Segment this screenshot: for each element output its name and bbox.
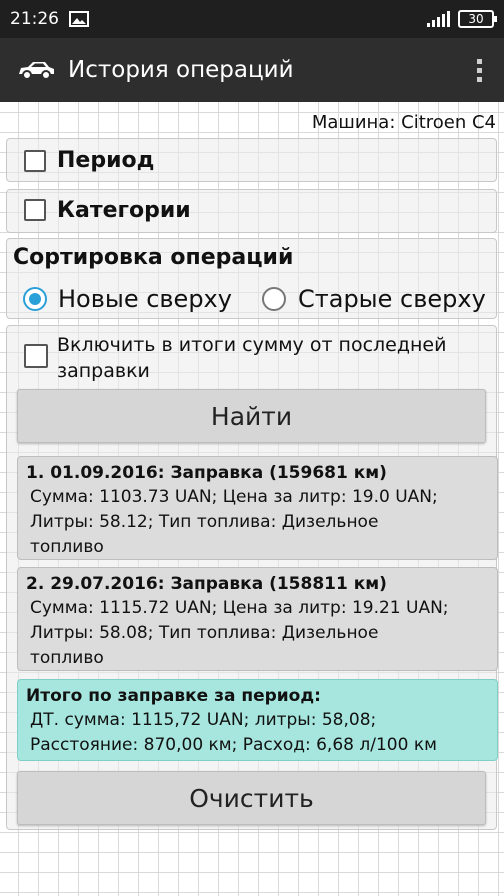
image-icon [69, 11, 89, 27]
period-label: Период [57, 148, 155, 173]
clear-button[interactable]: Очистить [17, 771, 486, 825]
period-checkbox[interactable] [24, 150, 46, 172]
machine-label: Машина: Citroen C4 [311, 112, 496, 133]
operation-title: 1. 01.09.2016: Заправка (159681 км) [26, 463, 387, 483]
total-title: Итого по заправке за период: [26, 686, 321, 706]
operation-line: Литры: 58.08; Тип топлива: Дизельное [30, 623, 379, 643]
operation-line: Сумма: 1115.72 UAN; Цена за литр: 19.21 … [30, 598, 449, 618]
total-line: Расстояние: 870,00 км; Расход: 6,68 л/10… [30, 735, 437, 755]
category-label: Категории [57, 198, 191, 223]
operation-card[interactable]: 2. 29.07.2016: Заправка (158811 км) Сумм… [17, 567, 498, 671]
include-label-line2: заправки [57, 360, 150, 382]
radio-oldest-label[interactable]: Старые сверху [298, 285, 486, 313]
operation-title: 2. 29.07.2016: Заправка (158811 км) [26, 574, 387, 594]
status-bar: 21:26 30 [0, 0, 504, 38]
include-last-refuel-label[interactable]: Включить в итоги сумму от последней запр… [57, 332, 446, 384]
operation-details: Сумма: 1115.72 UAN; Цена за литр: 19.21 … [26, 596, 489, 671]
operation-line: Литры: 58.12; Тип топлива: Дизельное [30, 512, 379, 532]
radio-oldest-first[interactable] [262, 287, 286, 311]
radio-newest-first[interactable] [23, 287, 47, 311]
total-summary-card: Итого по заправке за период: ДТ. сумма: … [17, 679, 498, 761]
find-button[interactable]: Найти [17, 389, 486, 443]
radio-newest-label[interactable]: Новые сверху [58, 285, 232, 313]
include-last-refuel-checkbox[interactable] [24, 344, 48, 368]
total-details: ДТ. сумма: 1115,72 UAN; литры: 58,08; Ра… [26, 708, 489, 758]
sorting-title: Сортировка операций [13, 245, 294, 270]
status-time: 21:26 [10, 9, 59, 29]
overflow-menu-icon[interactable] [469, 55, 490, 86]
operation-line: топливо [30, 648, 104, 668]
battery-icon: 30 [458, 10, 497, 28]
action-bar: История операций [0, 38, 504, 102]
battery-level: 30 [468, 12, 484, 26]
signal-icon [427, 11, 450, 27]
operation-details: Сумма: 1103.73 UAN; Цена за литр: 19.0 U… [26, 485, 489, 560]
operation-card[interactable]: 1. 01.09.2016: Заправка (159681 км) Сумм… [17, 456, 498, 560]
operation-line: топливо [30, 537, 104, 557]
period-filter[interactable]: Период [6, 138, 497, 182]
operation-line: Сумма: 1103.73 UAN; Цена за литр: 19.0 U… [30, 487, 438, 507]
car-icon [19, 62, 54, 80]
page-title: История операций [68, 57, 294, 83]
total-line: ДТ. сумма: 1115,72 UAN; литры: 58,08; [30, 710, 377, 730]
status-right: 30 [427, 10, 497, 28]
category-checkbox[interactable] [24, 199, 46, 221]
include-label-line1: Включить в итоги сумму от последней [57, 334, 447, 356]
results-panel: Включить в итоги сумму от последней запр… [6, 325, 498, 830]
sorting-panel: Сортировка операций Новые сверху Старые … [6, 238, 497, 319]
category-filter[interactable]: Категории [6, 189, 497, 233]
